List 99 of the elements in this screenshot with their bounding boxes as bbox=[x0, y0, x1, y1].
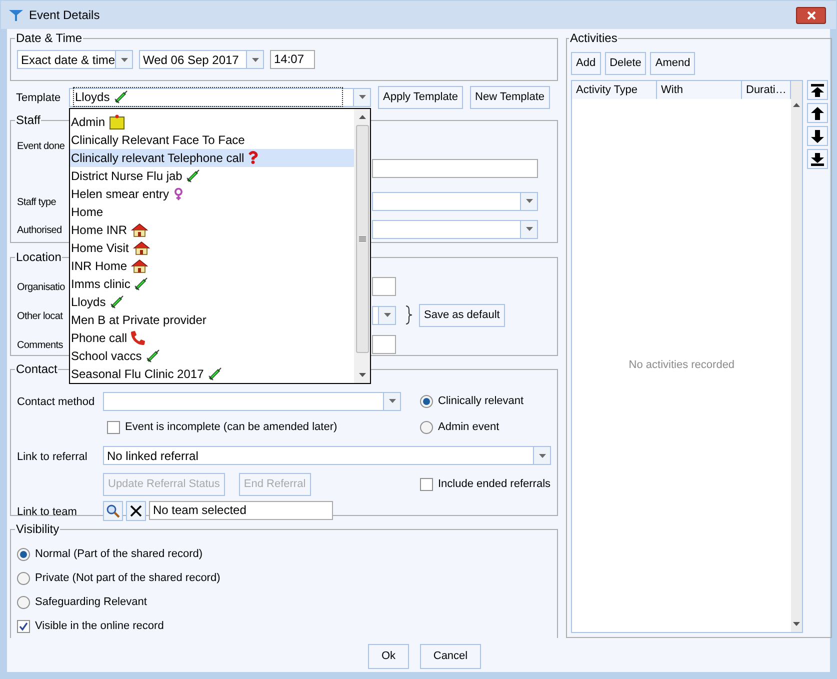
syringe-icon bbox=[146, 348, 160, 362]
date-picker[interactable]: Wed 06 Sep 2017 bbox=[139, 50, 264, 69]
field-label: Link to team bbox=[17, 506, 77, 518]
close-button[interactable] bbox=[796, 6, 826, 24]
close-icon[interactable] bbox=[130, 504, 142, 516]
house-icon bbox=[131, 258, 148, 272]
group-title: Activities bbox=[569, 31, 618, 45]
template-option[interactable]: Home bbox=[70, 202, 354, 220]
activity-button[interactable]: Add bbox=[571, 52, 601, 75]
template-option[interactable]: Home INR bbox=[70, 220, 354, 238]
scroll-down-icon[interactable] bbox=[358, 372, 366, 376]
radio-button[interactable] bbox=[420, 394, 433, 408]
template-option[interactable]: Clinically Relevant Face To Face bbox=[70, 130, 354, 148]
checkbox-label: Event is incomplete (can be amended later) bbox=[125, 420, 338, 435]
radio-button[interactable] bbox=[420, 420, 433, 434]
template-option[interactable]: Home Visit bbox=[70, 238, 354, 256]
house-icon bbox=[132, 240, 150, 254]
activity-button[interactable]: Amend bbox=[650, 52, 696, 75]
group-title: Visibility bbox=[15, 522, 60, 536]
dialog-button[interactable]: Ok bbox=[368, 644, 409, 669]
phone-icon bbox=[131, 330, 146, 344]
template-option[interactable]: District Nurse Flu jab bbox=[70, 166, 354, 184]
column-header[interactable]: Activity Type bbox=[572, 81, 657, 99]
time-field[interactable]: 14:07 bbox=[270, 50, 315, 69]
scroll-down-icon[interactable] bbox=[793, 622, 800, 626]
empty-message: No activities recorded bbox=[628, 358, 735, 374]
radio-button[interactable] bbox=[17, 572, 30, 585]
referral-dropdown[interactable]: No linked referral bbox=[103, 446, 551, 465]
grip-icon bbox=[358, 236, 366, 242]
field-label: Event done bbox=[17, 140, 65, 154]
scrollbar[interactable] bbox=[354, 108, 370, 382]
group-title: Contact bbox=[15, 362, 58, 376]
radio-label: Clinically relevant bbox=[438, 394, 524, 409]
radio-label: Admin event bbox=[438, 420, 500, 435]
field-label: Other locat bbox=[17, 311, 63, 322]
syringe-icon bbox=[208, 366, 222, 380]
move-to-bottom-icon[interactable] bbox=[807, 149, 828, 169]
scroll-up-icon[interactable] bbox=[358, 114, 366, 118]
radio-label: Private (Not part of the shared record) bbox=[35, 571, 220, 586]
syringe-icon bbox=[134, 276, 148, 290]
group-title: Date & Time bbox=[15, 31, 84, 45]
move-up-icon[interactable] bbox=[807, 103, 828, 123]
checkbox[interactable] bbox=[420, 478, 433, 490]
checkbox-label: Include ended referrals bbox=[438, 476, 551, 492]
activity-button[interactable]: Delete bbox=[604, 52, 646, 75]
group-title: Location bbox=[15, 250, 62, 264]
field-label: Template bbox=[16, 92, 61, 104]
comments-field[interactable] bbox=[372, 334, 396, 354]
checkbox-label: Visible in the online record bbox=[35, 619, 164, 634]
radio-button[interactable] bbox=[17, 548, 30, 561]
template-option[interactable]: Imms clinic bbox=[70, 274, 354, 292]
field-label: Authorised bbox=[17, 225, 62, 236]
dialog-button[interactable]: Cancel bbox=[420, 644, 481, 669]
checkbox[interactable] bbox=[107, 420, 120, 434]
template-option[interactable]: School vaccs bbox=[70, 346, 354, 364]
template-option[interactable]: Men B at Private provider bbox=[70, 310, 354, 328]
checkbox[interactable] bbox=[17, 620, 30, 633]
template-option[interactable]: Admin bbox=[70, 112, 354, 130]
save-default-button[interactable]: Save as default bbox=[419, 304, 505, 326]
template-option[interactable]: Helen smear entry bbox=[70, 184, 354, 202]
field-label: Staff type bbox=[17, 197, 56, 208]
field-label: Contact method bbox=[17, 396, 95, 408]
template-option[interactable]: Lloyds bbox=[70, 292, 354, 310]
date-mode-dropdown[interactable]: Exact date & time bbox=[17, 50, 133, 69]
team-field[interactable]: No team selected bbox=[149, 501, 333, 520]
template-option[interactable]: Phone call bbox=[70, 328, 354, 346]
syringe-icon bbox=[110, 294, 124, 308]
other-location-dropdown[interactable] bbox=[372, 306, 396, 324]
house-icon bbox=[131, 222, 148, 236]
scrollbar[interactable] bbox=[791, 81, 802, 632]
radio-label: Normal (Part of the shared record) bbox=[35, 547, 203, 562]
template-button[interactable]: New Template bbox=[470, 86, 550, 108]
brace-icon bbox=[405, 305, 413, 325]
clear-button[interactable] bbox=[126, 500, 146, 520]
group-title: Staff bbox=[15, 113, 42, 127]
move-down-icon[interactable] bbox=[807, 126, 828, 146]
female-symbol-icon bbox=[173, 186, 184, 200]
question-mark-icon bbox=[248, 151, 258, 164]
field-label: Comments bbox=[17, 340, 63, 351]
field-label: Organisatio bbox=[17, 282, 65, 293]
window-title: Event Details bbox=[29, 7, 101, 24]
organisation-field[interactable] bbox=[372, 276, 396, 296]
template-option[interactable]: Clinically relevant Telephone call bbox=[70, 148, 354, 166]
radio-label: Safeguarding Relevant bbox=[35, 595, 147, 610]
radio-button[interactable] bbox=[17, 596, 30, 609]
app-logo-icon bbox=[9, 8, 23, 22]
scroll-thumb[interactable] bbox=[356, 124, 368, 352]
staff-field[interactable] bbox=[372, 159, 538, 178]
syringe-icon bbox=[114, 90, 128, 104]
template-dropdown[interactable]: Lloyds bbox=[69, 88, 371, 106]
clipboard-icon bbox=[109, 114, 126, 130]
column-header[interactable]: With bbox=[657, 81, 742, 99]
field-label: Link to referral bbox=[17, 450, 88, 462]
syringe-icon bbox=[186, 168, 200, 182]
template-option[interactable]: Seasonal Flu Clinic 2017 bbox=[70, 364, 354, 382]
template-option[interactable]: INR Home bbox=[70, 256, 354, 274]
move-to-top-icon[interactable] bbox=[807, 80, 828, 100]
template-button[interactable]: Apply Template bbox=[378, 86, 464, 108]
scroll-up-icon[interactable] bbox=[793, 103, 800, 107]
